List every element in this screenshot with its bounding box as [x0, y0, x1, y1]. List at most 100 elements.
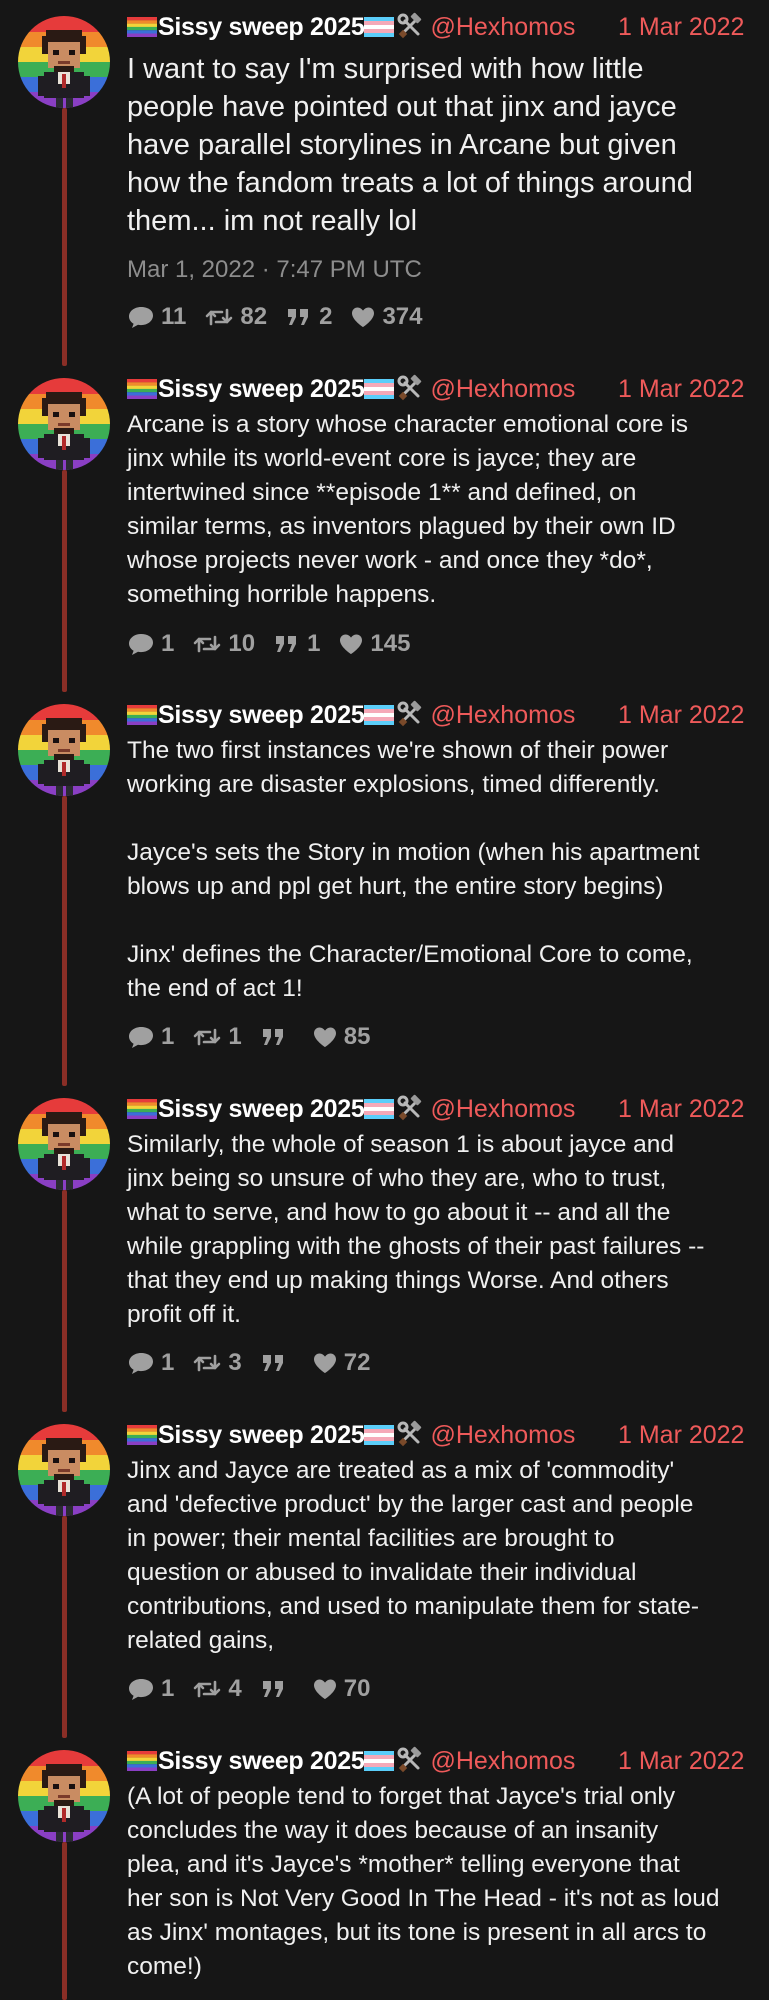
heart-icon	[312, 1677, 344, 1701]
quote-stat[interactable]: 1	[273, 630, 320, 658]
avatar[interactable]	[18, 16, 110, 108]
reply-icon	[127, 304, 161, 330]
user-handle[interactable]: @Hexhomos	[430, 13, 575, 41]
avatar[interactable]	[18, 704, 110, 796]
quote-icon	[260, 1351, 294, 1375]
tweet-stats: 1 3 72	[127, 1347, 388, 1379]
tweet-timestamp[interactable]: Mar 1, 2022 · 7:47 PM UTC	[127, 255, 422, 285]
hammer-wrench-icon	[396, 1094, 424, 1122]
tweet[interactable]: Sissy sweep 2025 @Hexhomos 1 Mar 2022 Si…	[0, 1082, 769, 1412]
hammer-wrench-icon	[396, 700, 424, 728]
tweet-date[interactable]: 1 Mar 2022	[618, 1418, 744, 1452]
display-name[interactable]: Sissy sweep 2025	[158, 1095, 365, 1123]
reply-stat[interactable]: 1	[127, 1023, 174, 1051]
tweet-header: Sissy sweep 2025 @Hexhomos 1 Mar 2022	[127, 372, 744, 406]
reply-stat[interactable]: 1	[127, 1675, 174, 1703]
tweet[interactable]: Sissy sweep 2025 @Hexhomos 1 Mar 2022 (A…	[0, 1734, 769, 2000]
tweet-date[interactable]: 1 Mar 2022	[618, 10, 744, 44]
quote-stat[interactable]	[260, 1025, 294, 1049]
like-count: 72	[343, 1349, 371, 1376]
reply-count: 1	[161, 1349, 175, 1376]
trans-flag-icon	[364, 1751, 395, 1771]
trans-flag-icon	[364, 1425, 395, 1445]
retweet-stat[interactable]: 10	[192, 630, 255, 658]
tweet-date[interactable]: 1 Mar 2022	[618, 698, 744, 732]
display-name[interactable]: Sissy sweep 2025	[158, 1421, 365, 1449]
rainbow-flag-icon	[127, 379, 157, 399]
tweet-header: Sissy sweep 2025 @Hexhomos 1 Mar 2022	[127, 1744, 744, 1778]
retweet-count: 4	[228, 1675, 242, 1702]
reply-icon	[127, 1676, 161, 1702]
retweet-stat[interactable]: 1	[192, 1023, 242, 1051]
quote-icon	[273, 632, 307, 656]
thread-connector-line	[62, 1842, 67, 2000]
like-stat[interactable]: 85	[312, 1023, 370, 1051]
quote-stat[interactable]	[260, 1351, 294, 1375]
reply-count: 1	[161, 1023, 175, 1050]
like-count: 145	[370, 630, 411, 657]
tweet[interactable]: Sissy sweep 2025 @Hexhomos 1 Mar 2022 Ji…	[0, 1408, 769, 1738]
tweet[interactable]: Sissy sweep 2025 @Hexhomos 1 Mar 2022 I …	[0, 0, 769, 366]
reply-count: 1	[161, 630, 175, 657]
display-name[interactable]: Sissy sweep 2025	[158, 13, 365, 41]
display-name[interactable]: Sissy sweep 2025	[158, 375, 365, 403]
trans-flag-icon	[364, 17, 395, 37]
reply-stat[interactable]: 1	[127, 1349, 174, 1377]
reply-stat[interactable]: 1	[127, 630, 174, 658]
tweet-text: The two first instances we're shown of t…	[127, 737, 700, 1002]
user-handle[interactable]: @Hexhomos	[430, 375, 575, 403]
like-stat[interactable]: 72	[312, 1349, 371, 1377]
tweet-date[interactable]: 1 Mar 2022	[618, 1092, 744, 1126]
hammer-wrench-icon	[396, 1420, 424, 1448]
rainbow-flag-icon	[127, 17, 157, 37]
retweet-icon	[192, 1351, 228, 1375]
tweet-text: I want to say I'm surprised with how lit…	[127, 53, 693, 237]
like-stat[interactable]: 145	[338, 630, 410, 658]
avatar[interactable]	[18, 1750, 110, 1842]
retweet-stat[interactable]: 82	[204, 303, 267, 331]
user-handle[interactable]: @Hexhomos	[430, 1095, 575, 1123]
tweet[interactable]: Sissy sweep 2025 @Hexhomos 1 Mar 2022 Ar…	[0, 362, 769, 692]
avatar[interactable]	[18, 1098, 110, 1190]
trans-flag-icon	[364, 1099, 395, 1119]
heart-icon	[312, 1025, 344, 1049]
tweet[interactable]: Sissy sweep 2025 @Hexhomos 1 Mar 2022 Th…	[0, 688, 769, 1086]
tweet-date[interactable]: 1 Mar 2022	[618, 1744, 744, 1778]
reply-stat[interactable]: 11	[127, 303, 186, 331]
retweet-stat[interactable]: 3	[192, 1349, 242, 1377]
display-name[interactable]: Sissy sweep 2025	[158, 701, 365, 729]
thread-connector-line	[62, 1190, 67, 1412]
quote-stat[interactable]	[260, 1677, 294, 1701]
display-name[interactable]: Sissy sweep 2025	[158, 1747, 365, 1775]
rainbow-flag-icon	[127, 1751, 157, 1771]
user-handle[interactable]: @Hexhomos	[430, 1747, 575, 1775]
tweet-stats: 1 10 1 145	[127, 628, 428, 660]
quote-count: 2	[319, 303, 333, 330]
hammer-wrench-icon	[396, 12, 424, 40]
quote-stat[interactable]: 2	[285, 303, 332, 331]
quote-icon	[260, 1025, 294, 1049]
retweet-icon	[192, 1677, 228, 1701]
reply-icon	[127, 1024, 161, 1050]
retweet-stat[interactable]: 4	[192, 1675, 242, 1703]
user-handle[interactable]: @Hexhomos	[430, 701, 575, 729]
avatar[interactable]	[18, 1424, 110, 1516]
quote-icon	[260, 1677, 294, 1701]
like-count: 70	[343, 1675, 371, 1702]
tweet-text: (A lot of people tend to forget that Jay…	[127, 1783, 720, 1980]
tweet-header: Sissy sweep 2025 @Hexhomos 1 Mar 2022	[127, 698, 744, 732]
retweet-icon	[192, 632, 228, 656]
like-stat[interactable]: 70	[312, 1675, 371, 1703]
avatar[interactable]	[18, 378, 110, 470]
like-stat[interactable]: 374	[350, 303, 422, 331]
retweet-count: 3	[228, 1349, 242, 1376]
user-handle[interactable]: @Hexhomos	[430, 1421, 575, 1449]
retweet-count: 82	[240, 303, 268, 330]
quote-count: 1	[307, 630, 321, 657]
heart-icon	[312, 1351, 344, 1375]
tweet-date[interactable]: 1 Mar 2022	[618, 372, 744, 406]
thread-connector-line	[62, 470, 67, 692]
heart-icon	[338, 632, 370, 656]
reply-count: 1	[161, 1675, 175, 1702]
reply-icon	[127, 1350, 161, 1376]
